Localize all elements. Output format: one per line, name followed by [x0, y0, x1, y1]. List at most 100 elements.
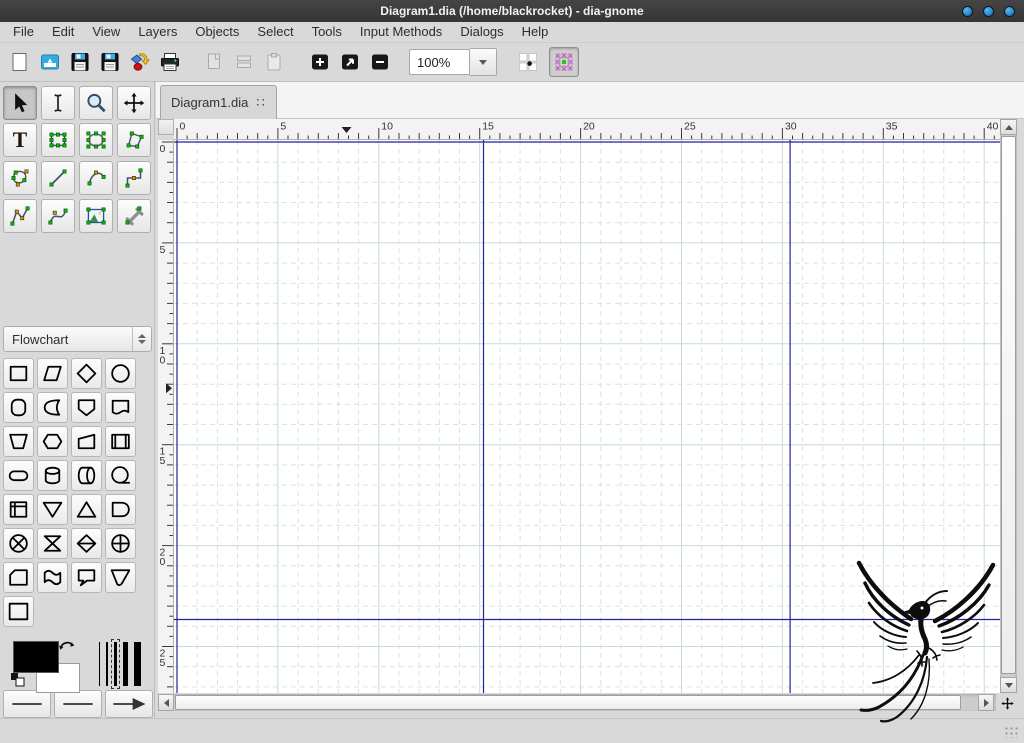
shape-diamond[interactable]	[71, 358, 102, 389]
shape-display[interactable]	[37, 392, 68, 423]
print-button[interactable]	[155, 47, 185, 77]
shape-punched-tape[interactable]	[37, 562, 68, 593]
shape-magnetic-tape[interactable]	[105, 460, 136, 491]
horizontal-scrollbar[interactable]	[158, 694, 996, 711]
diamond-shape-icon	[74, 361, 99, 386]
menu-objects[interactable]: Objects	[186, 22, 248, 42]
scroll-left-button[interactable]	[158, 694, 174, 711]
tool-box[interactable]	[41, 123, 75, 157]
data-box-shape-icon	[6, 599, 31, 624]
shape-merge[interactable]	[37, 494, 68, 525]
tool-magnify[interactable]	[79, 86, 113, 120]
menu-dialogs[interactable]: Dialogs	[451, 22, 512, 42]
shape-rounded-box[interactable]	[3, 392, 34, 423]
zoom-dropdown-button[interactable]	[470, 48, 497, 76]
shape-transmittal-tape[interactable]	[105, 562, 136, 593]
shape-preparation[interactable]	[37, 426, 68, 457]
shape-sort[interactable]	[71, 528, 102, 559]
zoom-in-button[interactable]	[305, 47, 335, 77]
snap-grid-toggle[interactable]	[513, 47, 543, 77]
new-button[interactable]	[5, 47, 35, 77]
shape-magnetic-drum[interactable]	[37, 460, 68, 491]
tool-scroll[interactable]	[117, 86, 151, 120]
paste-button	[259, 47, 289, 77]
minimize-button[interactable]	[963, 7, 972, 16]
menu-view[interactable]: View	[83, 22, 129, 42]
scroll-right-button[interactable]	[978, 694, 994, 711]
maximize-button[interactable]	[984, 7, 993, 16]
end-arrow-icon	[108, 693, 150, 715]
shape-box[interactable]	[3, 358, 34, 389]
line-width-3[interactable]	[114, 642, 117, 686]
default-colors-icon[interactable]	[10, 672, 26, 688]
line-width-selector[interactable]	[92, 638, 148, 690]
scroll-down-button[interactable]	[1000, 677, 1017, 693]
copy-icon	[202, 50, 226, 74]
line-style-button[interactable]	[54, 690, 102, 718]
horizontal-scroll-thumb[interactable]	[175, 695, 961, 710]
close-button[interactable]	[1005, 7, 1014, 16]
shape-internal-storage[interactable]	[3, 494, 34, 525]
tool-polygon[interactable]	[117, 123, 151, 157]
shape-off-page-connector[interactable]	[71, 392, 102, 423]
shape-parallelogram[interactable]	[37, 358, 68, 389]
shape-summing-junction[interactable]	[3, 528, 34, 559]
shape-predefined-process[interactable]	[105, 426, 136, 457]
arrow-left-icon	[164, 699, 169, 707]
swap-colors-icon[interactable]	[58, 637, 76, 653]
line-width-7[interactable]	[134, 642, 141, 686]
scroll-up-button[interactable]	[1000, 119, 1017, 135]
snap-objects-toggle[interactable]	[549, 47, 579, 77]
tool-text[interactable]: T	[3, 123, 37, 157]
shape-document[interactable]	[105, 392, 136, 423]
open-button[interactable]	[35, 47, 65, 77]
line-width-2[interactable]	[106, 642, 108, 686]
svg-text:5: 5	[160, 244, 166, 256]
menu-select[interactable]: Select	[248, 22, 302, 42]
zoom-level-field[interactable]: 100%	[409, 49, 470, 75]
line-width-5[interactable]	[123, 642, 128, 686]
foreground-color-swatch[interactable]	[13, 641, 59, 673]
title-bar[interactable]: Diagram1.dia (/home/blackrocket) - dia-g…	[0, 0, 1024, 22]
line-width-1[interactable]	[99, 642, 100, 686]
begin-arrow-icon	[6, 693, 48, 715]
horizontal-ruler: 0510152025303540	[174, 119, 1000, 140]
zoom-out-button[interactable]	[365, 47, 395, 77]
save-as-button[interactable]	[95, 47, 125, 77]
shape-collate[interactable]	[37, 528, 68, 559]
begin-arrow-button[interactable]	[3, 690, 51, 718]
pan-canvas-button[interactable]	[999, 695, 1016, 712]
document-tab[interactable]: Diagram1.dia ∷	[160, 85, 277, 119]
save-button[interactable]	[65, 47, 95, 77]
shape-terminal[interactable]	[3, 460, 34, 491]
menu-edit[interactable]: Edit	[43, 22, 83, 42]
vertical-scrollbar[interactable]	[1000, 119, 1017, 693]
tool-ellipse[interactable]	[79, 123, 113, 157]
menu-layers[interactable]: Layers	[129, 22, 186, 42]
shape-punched-card[interactable]	[3, 562, 34, 593]
terminal-shape-icon	[6, 463, 31, 488]
zoom-fit-button[interactable]	[335, 47, 365, 77]
shape-magnetic-disk[interactable]	[71, 460, 102, 491]
export-button[interactable]	[125, 47, 155, 77]
diagram-canvas[interactable]	[174, 140, 1000, 693]
window-resize-grip[interactable]	[1004, 726, 1018, 738]
ruler-corner-box[interactable]	[158, 119, 174, 135]
shape-delay[interactable]	[105, 494, 136, 525]
menu-tools[interactable]: Tools	[303, 22, 351, 42]
shape-manual-input[interactable]	[71, 426, 102, 457]
shape-manual-operation[interactable]	[3, 426, 34, 457]
shape-or[interactable]	[105, 528, 136, 559]
tool-textedit[interactable]	[41, 86, 75, 120]
menu-input-methods[interactable]: Input Methods	[351, 22, 451, 42]
shape-ellipse[interactable]	[105, 358, 136, 389]
end-arrow-button[interactable]	[105, 690, 153, 718]
shape-data-box[interactable]	[3, 596, 34, 627]
menu-help[interactable]: Help	[513, 22, 558, 42]
vertical-scroll-thumb[interactable]	[1001, 136, 1016, 674]
menu-file[interactable]: File	[4, 22, 43, 42]
svg-text:15: 15	[482, 121, 494, 133]
shape-extract[interactable]	[71, 494, 102, 525]
shape-offline-storage[interactable]	[71, 562, 102, 593]
tool-modify[interactable]	[3, 86, 37, 120]
